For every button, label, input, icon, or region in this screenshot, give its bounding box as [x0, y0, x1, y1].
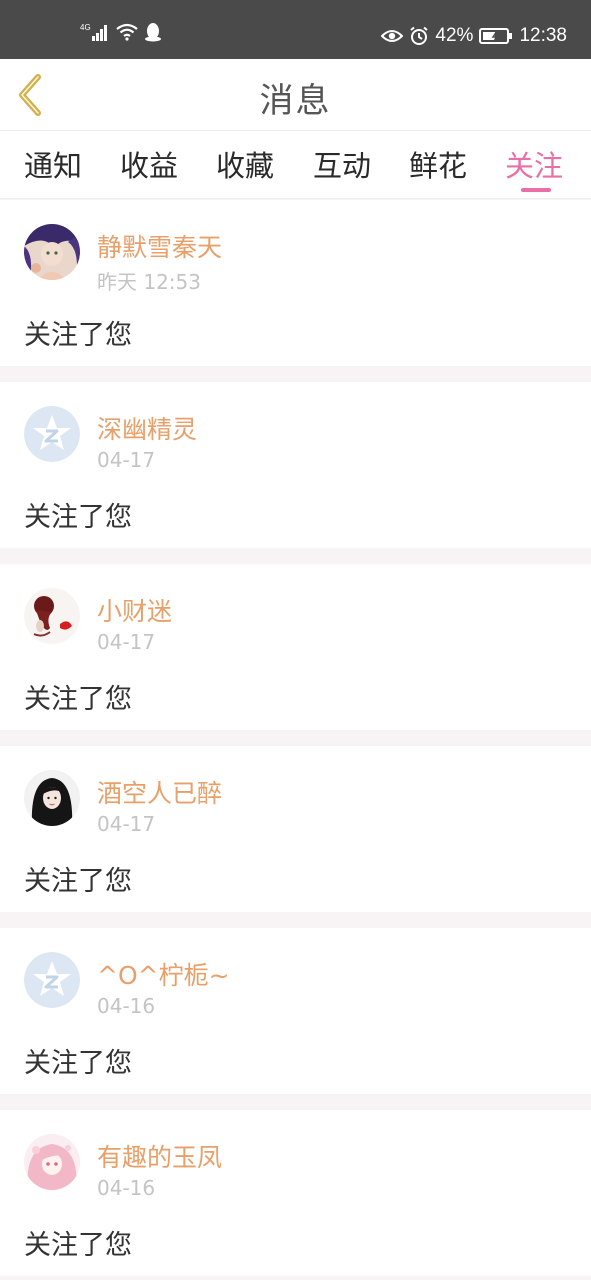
follower-name[interactable]: 酒空人已醉	[97, 774, 222, 810]
avatar[interactable]	[24, 770, 80, 826]
follower-name[interactable]: 有趣的玉凤	[97, 1138, 222, 1174]
avatar[interactable]	[24, 406, 80, 462]
status-left-icons: 4G	[80, 22, 162, 42]
status-right-icons: 42% 12:38	[381, 22, 567, 50]
follower-name[interactable]: ^O^柠栀~	[97, 956, 230, 992]
tab-follows[interactable]: 关注	[505, 143, 563, 187]
tab-notifications[interactable]: 通知	[24, 143, 82, 187]
wifi-icon	[116, 23, 138, 41]
list-item[interactable]: ^O^柠栀~ 04-16 关注了您	[0, 928, 591, 1094]
list-item[interactable]: 静默雪秦天 昨天 12:53 关注了您	[0, 200, 591, 366]
notification-message: 关注了您	[24, 1230, 132, 1261]
notification-message: 关注了您	[24, 320, 132, 351]
avatar[interactable]	[24, 224, 80, 280]
svg-text:4G: 4G	[80, 23, 91, 32]
notification-time: 04-16	[97, 1176, 156, 1200]
title-bar: 消息	[0, 59, 591, 131]
list-item[interactable]: 小财迷 04-17 关注了您	[0, 564, 591, 730]
tab-interactions[interactable]: 互动	[313, 143, 371, 187]
signal-4g-icon: 4G	[80, 23, 107, 41]
notification-time: 04-17	[97, 630, 156, 654]
notification-time: 04-17	[97, 448, 156, 472]
notification-time: 04-16	[97, 994, 156, 1018]
notification-message: 关注了您	[24, 866, 132, 897]
tab-bar: 通知 收益 收藏 互动 鲜花 关注	[0, 131, 591, 199]
battery-icon	[479, 28, 513, 44]
tab-flowers[interactable]: 鲜花	[409, 143, 467, 187]
avatar[interactable]	[24, 1134, 80, 1190]
avatar[interactable]	[24, 952, 80, 1008]
notification-time: 昨天 12:53	[97, 270, 201, 294]
notification-time: 04-17	[97, 812, 156, 836]
notification-message: 关注了您	[24, 684, 132, 715]
list-item[interactable]: 深幽精灵 04-17 关注了您	[0, 382, 591, 548]
tab-earnings[interactable]: 收益	[120, 143, 178, 187]
list-item[interactable]: 有趣的玉凤 04-16 关注了您	[0, 1110, 591, 1276]
notification-message: 关注了您	[24, 502, 132, 533]
qq-penguin-icon	[145, 23, 161, 42]
avatar[interactable]	[24, 588, 80, 644]
list-item[interactable]: 酒空人已醉 04-17 关注了您	[0, 746, 591, 912]
follower-name[interactable]: 小财迷	[97, 592, 172, 628]
status-bar: 4G 42% 12:38	[0, 0, 591, 59]
tab-favorites[interactable]: 收藏	[216, 143, 274, 187]
notification-message: 关注了您	[24, 1048, 132, 1079]
eye-icon	[381, 30, 404, 42]
active-tab-indicator	[521, 188, 551, 192]
follower-name[interactable]: 深幽精灵	[97, 410, 197, 446]
follower-name[interactable]: 静默雪秦天	[97, 228, 222, 264]
clock: 12:38	[519, 25, 567, 46]
battery-percent: 42%	[435, 25, 474, 46]
alarm-icon	[410, 26, 429, 45]
page-title: 消息	[259, 81, 332, 121]
